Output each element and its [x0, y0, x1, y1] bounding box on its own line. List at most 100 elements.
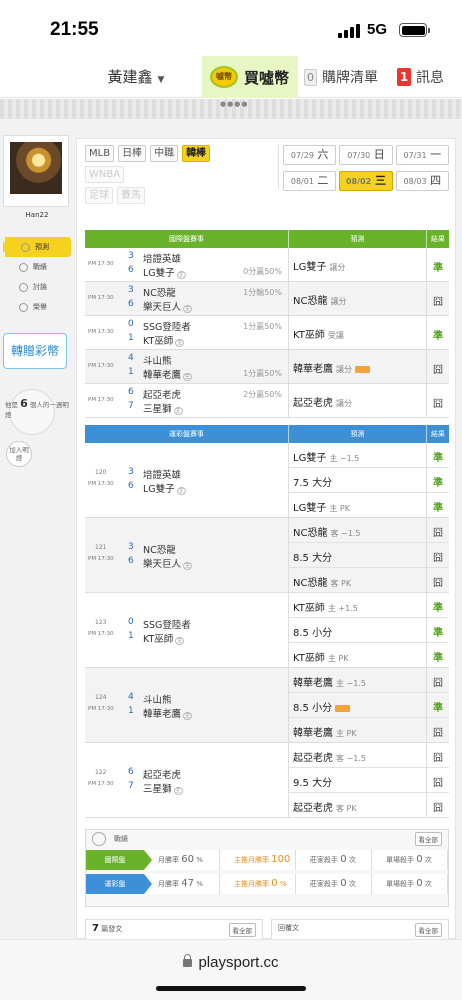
league-tab[interactable]: MLB [85, 145, 115, 162]
hot-pick-badge [355, 365, 370, 373]
gift-coin-button[interactable]: 轉贈彩幣 [3, 333, 67, 369]
browser-url-bar[interactable]: playsport.cc [0, 939, 462, 1000]
league-tab[interactable]: 韓棒 [182, 145, 211, 162]
result-line: 準 [427, 443, 449, 468]
result: 準 [433, 478, 443, 489]
date-button[interactable]: 08/01 二 [283, 171, 337, 191]
result-cell: 囧準囧 [427, 668, 449, 743]
message-count-badge: 1 [397, 68, 411, 86]
avatar-image [10, 142, 62, 194]
result: 囧 [433, 803, 443, 814]
home-team: KT巫師主 [143, 336, 185, 347]
fans-text: 他是 6 個人的一週明燈 [5, 397, 69, 419]
league-tab[interactable]: 中職 [150, 145, 179, 162]
pick-type: 讓分 [336, 365, 352, 374]
posts-box: 7 篇發文 看全部 [85, 919, 263, 941]
home-score: 1 [128, 333, 134, 343]
cart-link[interactable]: 0 購牌清單 [304, 56, 378, 98]
pick-type: 主 PK [336, 729, 357, 738]
menu-item-discuss[interactable]: 討論 [3, 277, 71, 297]
user-menu[interactable]: 黃建鑫 ▼ [86, 56, 186, 98]
pick: LG雙子主 −1.5 [293, 453, 360, 464]
date-button[interactable]: 07/30 日 [339, 145, 393, 165]
pick-cell: 起亞老虎客 −1.5 9.5 大分 起亞老虎客 PK [289, 743, 427, 818]
date-label: 08/02 [345, 177, 372, 186]
league-tab[interactable]: 日棒 [118, 145, 147, 162]
month-winrate-value: 47 [181, 878, 194, 889]
game-time: PM 17:30 [88, 261, 114, 267]
view-all-replies-button[interactable]: 看全部 [414, 923, 442, 937]
game-time: PM 17:30 [88, 706, 114, 712]
avatar[interactable] [3, 135, 69, 207]
date-button[interactable]: 08/03 四 [395, 171, 449, 191]
menu-item-record[interactable]: 戰績 [3, 257, 71, 277]
pick-line: 韓華老鷹主 −1.5 [289, 668, 427, 693]
game-number: 124 [95, 694, 107, 701]
result: 囧 [433, 365, 443, 376]
game-time: PM 17:30 [88, 631, 114, 637]
pick: 起亞老虎客 PK [293, 803, 357, 814]
pick-type: 客 −1.5 [330, 529, 361, 538]
date-button[interactable]: 07/31 一 [395, 145, 449, 165]
network-type: 5G [367, 21, 388, 38]
home-team: 三星獅主 [143, 784, 183, 795]
pick: NC恐龍客 −1.5 [293, 528, 361, 539]
odds-text: 0分贏50% [243, 267, 282, 276]
pick-line: NC恐龍客 PK [289, 568, 427, 593]
game-number: 120 [95, 469, 107, 476]
date-button[interactable]: 08/02 三 [339, 171, 393, 191]
pick-cell: NC恐龍 讓分 [289, 282, 427, 316]
col-header: 運彩盤賽事 [85, 425, 289, 443]
buy-coin-button[interactable]: 噓幣 買噓幣 [202, 56, 298, 98]
away-team: 培證英雄 [143, 254, 182, 265]
away-score: 3 [128, 285, 134, 295]
league-tab[interactable]: 賽馬 [117, 187, 145, 204]
view-all-button[interactable]: 看全部 [414, 832, 442, 846]
pick-type: 主 PK [329, 504, 350, 513]
away-score: 3 [128, 542, 134, 552]
game-number: 121 [95, 544, 107, 551]
away-team: 起亞老虎 [143, 770, 182, 781]
add-lamp-button[interactable]: 加入明燈 [6, 441, 32, 467]
odds-text: 1分贏50% [243, 322, 282, 331]
menu-item-honor[interactable]: 榮譽 [3, 297, 71, 317]
away-team: 起亞老虎 [143, 390, 182, 401]
home-score: 6 [128, 481, 134, 491]
pick: NC恐龍 讓分 [293, 296, 347, 307]
date-label: 07/31 [403, 151, 427, 160]
league-tab[interactable]: WNBA [85, 166, 125, 183]
league-tab[interactable]: 足球 [85, 187, 113, 204]
lottery-table: 運彩盤賽事 預測 結果 120 PM 17:30 3 培證英雄 6 LG雙子主 LG雙子主 … [85, 425, 449, 818]
home-score: 6 [128, 265, 134, 275]
result: 囧 [433, 528, 443, 539]
menu-label: 戰績 [33, 263, 47, 271]
result: 準 [433, 603, 443, 614]
pick-cell: NC恐龍客 −1.5 8.5 大分 NC恐龍客 PK [289, 518, 427, 593]
messages-link[interactable]: 1 訊息 [397, 56, 444, 98]
away-score: 3 [128, 467, 134, 477]
away-team: NC恐龍 [143, 288, 176, 299]
game-time: PM 17:30 [88, 556, 114, 562]
result-line: 囧 [427, 568, 449, 593]
home-mark: 主 [176, 487, 186, 495]
view-all-posts-button[interactable]: 看全部 [228, 923, 256, 937]
main-panel: MLB 日棒 中職 韓棒 WNBA 足球 賽馬 07/29 六 07/30 日 07/31 … [76, 138, 456, 941]
single-killer-value: 0 [416, 854, 423, 865]
result-line: 囧 [427, 518, 449, 543]
result-line: 準 [427, 468, 449, 493]
pick-type: 客 PK [336, 804, 357, 813]
menu-item-predict[interactable]: 預測 [3, 237, 71, 257]
home-mark: 主 [175, 339, 185, 347]
pick-type: 客 PK [330, 579, 352, 588]
game-cell: PM 17:30 0 SSG登陸者 1 KT巫師主 1分贏50% [85, 316, 289, 350]
cart-count: 0 [304, 68, 317, 86]
date-button[interactable]: 07/29 六 [283, 145, 337, 165]
pick-line: KT巫師主 +1.5 [289, 593, 427, 618]
home-team: LG雙子主 [143, 484, 186, 495]
pick-type: 主 +1.5 [327, 604, 358, 613]
lottery-header: 運彩盤賽事 預測 結果 [85, 425, 449, 443]
carousel-dots[interactable]: ●●●● [220, 100, 248, 108]
game-cell: 120 PM 17:30 3 培證英雄 6 LG雙子主 [85, 443, 289, 518]
home-score: 7 [128, 401, 134, 411]
odds-text: 1分輸50% [243, 288, 282, 297]
